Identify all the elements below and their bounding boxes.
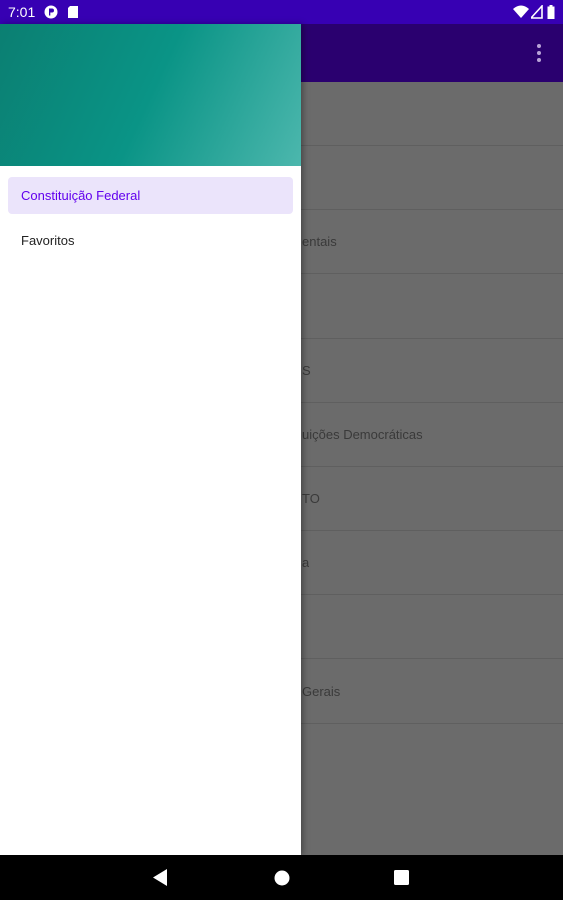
back-icon[interactable] [153,869,169,886]
list-item-label: Gerais [302,684,341,699]
status-bar: 7:01 [0,0,563,24]
signal-icon [531,5,543,19]
battery-icon [547,5,555,19]
list-item-label: uições Democráticas [302,427,423,442]
wifi-icon [513,5,529,18]
list-item-label: a [302,555,310,570]
p-notification-icon [44,5,58,19]
drawer-item-constituicao-federal[interactable]: Constituição Federal [8,177,293,214]
drawer-item-favoritos[interactable]: Favoritos [8,222,293,259]
list-item-label: entais [302,234,337,249]
navigation-drawer: Constituição Federal Favoritos [0,24,301,855]
system-nav-bar [0,855,563,900]
sd-card-icon [68,6,78,18]
recents-icon[interactable] [394,870,409,885]
drawer-header [0,24,301,166]
list-item-label: S [302,363,311,378]
status-time: 7:01 [8,4,36,20]
home-icon[interactable] [274,870,290,886]
more-vert-icon[interactable] [537,44,541,62]
list-item-label: TO [302,491,320,506]
